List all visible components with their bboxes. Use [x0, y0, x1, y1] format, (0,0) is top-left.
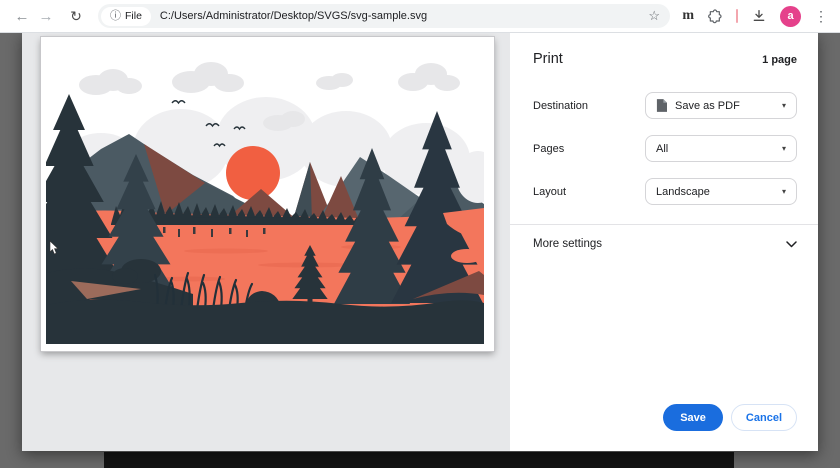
address-bar[interactable]: ⓘ File C:/Users/Administrator/Desktop/SV…: [98, 4, 670, 28]
svg-sample-illustration: [41, 37, 494, 351]
download-icon[interactable]: [751, 8, 767, 24]
save-button[interactable]: Save: [663, 404, 723, 431]
pages-select[interactable]: All ▾: [645, 135, 797, 162]
info-icon[interactable]: ⓘ: [110, 11, 121, 22]
destination-label: Destination: [533, 100, 588, 112]
screen: ← → ↻ ⓘ File C:/Users/Administrator/Desk…: [0, 0, 840, 468]
extensions-puzzle-icon[interactable]: [707, 8, 723, 24]
section-divider: [510, 224, 818, 225]
foreground-land: [46, 300, 484, 344]
extension-m-icon[interactable]: m: [682, 8, 694, 24]
dimmed-page-overlay: Print 1 page Destination Save as PDF ▾: [0, 33, 840, 468]
more-settings-toggle[interactable]: More settings: [533, 238, 797, 250]
more-settings-label: More settings: [533, 238, 602, 250]
dialog-title: Print: [533, 48, 563, 70]
chevron-down-icon: ▾: [782, 187, 786, 196]
toolbar-right-cluster: m a ⋮: [682, 6, 830, 27]
pages-value: All: [656, 143, 668, 155]
print-preview-pane: [22, 33, 510, 451]
chevron-down-icon: [786, 241, 797, 248]
forward-icon[interactable]: →: [34, 9, 58, 24]
sun: [226, 146, 280, 200]
cancel-button[interactable]: Cancel: [731, 404, 797, 431]
pages-label: Pages: [533, 143, 564, 155]
chevron-down-icon: ▾: [782, 101, 786, 110]
layout-value: Landscape: [656, 186, 710, 198]
page-background-bar: [104, 452, 734, 468]
bookmark-star-icon[interactable]: ☆: [648, 8, 660, 24]
url-text[interactable]: C:/Users/Administrator/Desktop/SVGS/svg-…: [160, 10, 640, 22]
toolbar-divider: [736, 9, 738, 23]
destination-row: Destination Save as PDF ▾: [533, 92, 797, 119]
layout-row: Layout Landscape ▾: [533, 178, 797, 205]
destination-value: Save as PDF: [675, 100, 740, 112]
file-chip-label: File: [125, 10, 142, 22]
menu-kebab-icon[interactable]: ⋮: [814, 8, 828, 25]
profile-avatar[interactable]: a: [780, 6, 801, 27]
document-icon: [656, 99, 667, 112]
back-icon[interactable]: ←: [10, 9, 34, 24]
dialog-footer: Save Cancel: [663, 404, 797, 431]
layout-label: Layout: [533, 186, 566, 198]
reload-icon[interactable]: ↻: [64, 9, 88, 23]
file-scheme-chip[interactable]: ⓘ File: [101, 7, 151, 26]
destination-select[interactable]: Save as PDF ▾: [645, 92, 797, 119]
preview-page: [41, 37, 494, 351]
pages-row: Pages All ▾: [533, 135, 797, 162]
page-count: 1 page: [762, 54, 797, 66]
layout-select[interactable]: Landscape ▾: [645, 178, 797, 205]
print-settings-panel: Print 1 page Destination Save as PDF ▾: [510, 33, 818, 451]
browser-toolbar: ← → ↻ ⓘ File C:/Users/Administrator/Desk…: [0, 0, 840, 33]
print-dialog: Print 1 page Destination Save as PDF ▾: [22, 33, 818, 451]
chevron-down-icon: ▾: [782, 144, 786, 153]
dialog-header: Print 1 page: [533, 33, 797, 70]
